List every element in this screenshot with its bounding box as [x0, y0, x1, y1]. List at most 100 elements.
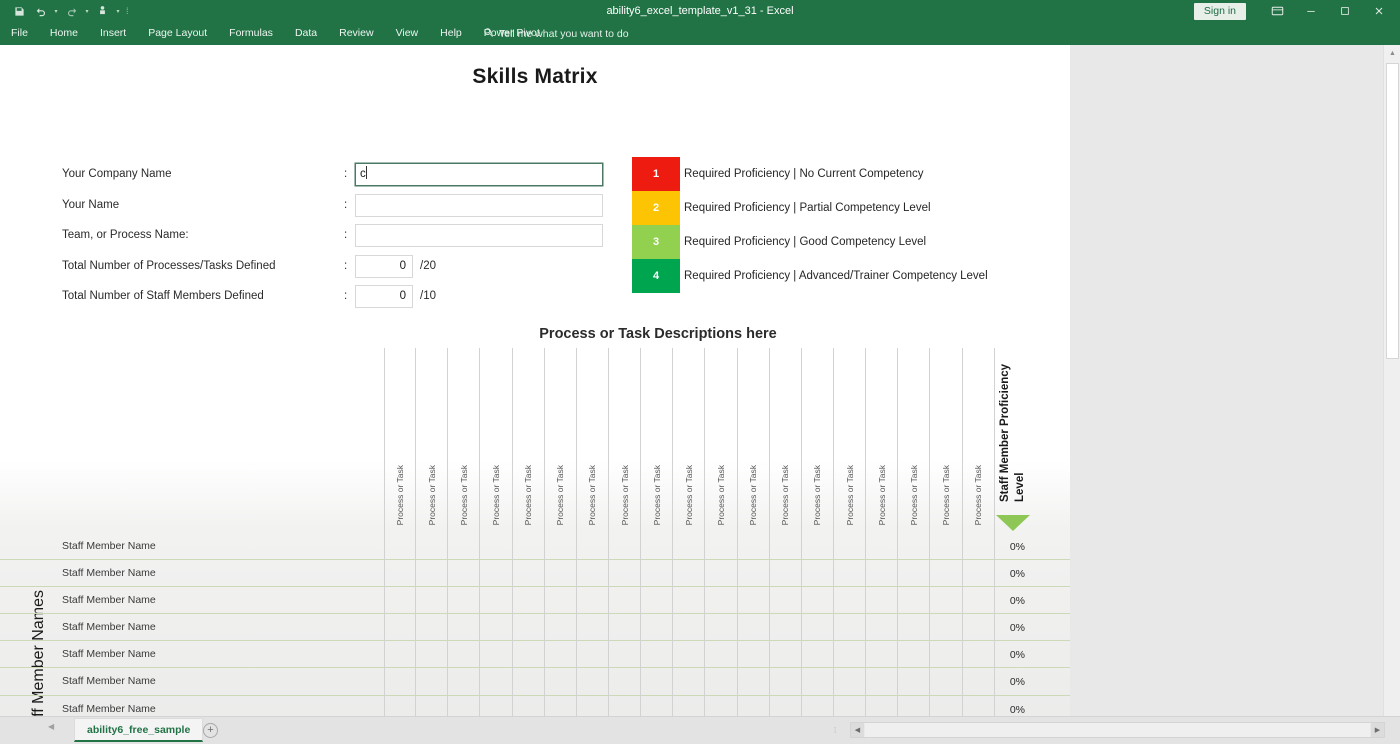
- skill-cell[interactable]: [738, 533, 770, 561]
- skill-cell[interactable]: [802, 668, 834, 696]
- skill-cell[interactable]: [898, 533, 931, 561]
- skill-cell[interactable]: [770, 614, 802, 642]
- skill-cell[interactable]: [770, 695, 802, 716]
- skill-cell[interactable]: [770, 641, 802, 669]
- tab-formulas[interactable]: Formulas: [218, 22, 284, 45]
- skill-cell[interactable]: [513, 668, 545, 696]
- skill-cell[interactable]: [448, 587, 481, 615]
- task-column-header[interactable]: Process or Task: [545, 348, 577, 533]
- skill-cell[interactable]: [738, 695, 770, 716]
- skill-cell[interactable]: [705, 668, 738, 696]
- skill-cell[interactable]: [641, 533, 674, 561]
- staff-member-name-cell[interactable]: Staff Member Name: [62, 668, 156, 695]
- task-column-header[interactable]: Process or Task: [577, 348, 609, 533]
- skill-cell[interactable]: [513, 614, 545, 642]
- skill-cell[interactable]: [866, 695, 899, 716]
- skill-cell[interactable]: [577, 641, 609, 669]
- skill-cell[interactable]: [866, 587, 899, 615]
- skill-cell[interactable]: [384, 560, 417, 588]
- skill-cell[interactable]: [930, 695, 963, 716]
- task-column-header[interactable]: Process or Task: [738, 348, 770, 533]
- skill-cell[interactable]: [673, 560, 706, 588]
- skill-cell[interactable]: [673, 587, 706, 615]
- table-row[interactable]: Staff Member Name 0%: [0, 641, 1070, 669]
- task-column-header[interactable]: Process or Task: [673, 348, 706, 533]
- skill-cell[interactable]: [930, 668, 963, 696]
- vertical-scroll-track[interactable]: [1384, 361, 1400, 716]
- skill-cell[interactable]: [705, 533, 738, 561]
- minimize-icon[interactable]: [1294, 0, 1328, 22]
- task-column-header[interactable]: Process or Task: [930, 348, 963, 533]
- skill-cell[interactable]: [609, 560, 642, 588]
- skill-cell[interactable]: [480, 695, 513, 716]
- tab-file[interactable]: File: [0, 22, 39, 45]
- tab-insert[interactable]: Insert: [89, 22, 137, 45]
- skill-cell[interactable]: [738, 668, 770, 696]
- task-column-header[interactable]: Process or Task: [641, 348, 674, 533]
- tab-data[interactable]: Data: [284, 22, 328, 45]
- skill-cell[interactable]: [513, 587, 545, 615]
- skill-cell[interactable]: [834, 641, 867, 669]
- skill-cell[interactable]: [577, 668, 609, 696]
- skill-cell[interactable]: [641, 614, 674, 642]
- skill-cell[interactable]: [513, 560, 545, 588]
- worksheet-canvas[interactable]: Skills Matrix Your Company Name : c Your…: [0, 45, 1070, 716]
- skill-cell[interactable]: [416, 614, 449, 642]
- staff-member-name-cell[interactable]: Staff Member Name: [62, 641, 156, 668]
- skill-cell[interactable]: [480, 560, 513, 588]
- skill-cell[interactable]: [770, 533, 802, 561]
- skill-cell[interactable]: [641, 560, 674, 588]
- skill-cell[interactable]: [545, 614, 577, 642]
- table-row[interactable]: Staff Member Name 0%: [0, 695, 1070, 716]
- task-column-header[interactable]: Process or Task: [609, 348, 642, 533]
- scroll-left-icon[interactable]: ◀: [851, 723, 864, 737]
- skill-cell[interactable]: [866, 560, 899, 588]
- skill-cell[interactable]: [866, 641, 899, 669]
- skill-cell[interactable]: [834, 695, 867, 716]
- horizontal-scrollbar[interactable]: ◀ ▶: [850, 722, 1385, 738]
- skill-cell[interactable]: [577, 533, 609, 561]
- skill-cell[interactable]: [802, 560, 834, 588]
- skill-cell[interactable]: [545, 641, 577, 669]
- skill-cell[interactable]: [384, 614, 417, 642]
- tab-view[interactable]: View: [385, 22, 430, 45]
- skill-cell[interactable]: [930, 614, 963, 642]
- task-column-header[interactable]: Process or Task: [834, 348, 867, 533]
- skill-cell[interactable]: [834, 614, 867, 642]
- skill-cell[interactable]: [609, 695, 642, 716]
- skill-cell[interactable]: [545, 560, 577, 588]
- input-team-name[interactable]: [355, 224, 603, 247]
- staff-member-name-cell[interactable]: Staff Member Name: [62, 587, 156, 614]
- skill-cell[interactable]: [770, 668, 802, 696]
- tab-help[interactable]: Help: [429, 22, 473, 45]
- task-column-header[interactable]: Process or Task: [513, 348, 545, 533]
- sheet-tab-ability6-free-sample[interactable]: ability6_free_sample: [74, 718, 204, 742]
- skill-cell[interactable]: [802, 614, 834, 642]
- task-column-header[interactable]: Process or Task: [705, 348, 738, 533]
- skill-cell[interactable]: [802, 641, 834, 669]
- task-column-header[interactable]: Process or Task: [448, 348, 481, 533]
- skill-cell[interactable]: [480, 533, 513, 561]
- skill-cell[interactable]: [898, 668, 931, 696]
- sign-in-button[interactable]: Sign in: [1193, 2, 1246, 20]
- skill-cell[interactable]: [898, 614, 931, 642]
- tab-page-layout[interactable]: Page Layout: [137, 22, 218, 45]
- skill-cell[interactable]: [641, 668, 674, 696]
- skill-cell[interactable]: [513, 533, 545, 561]
- skill-cell[interactable]: [641, 695, 674, 716]
- skill-cell[interactable]: [705, 614, 738, 642]
- skill-cell[interactable]: [609, 614, 642, 642]
- skill-cell[interactable]: [738, 560, 770, 588]
- restore-icon[interactable]: [1328, 0, 1362, 22]
- skill-cell[interactable]: [930, 641, 963, 669]
- ribbon-display-options-icon[interactable]: [1260, 0, 1294, 22]
- staff-member-name-cell[interactable]: Staff Member Name: [62, 533, 156, 560]
- skill-cell[interactable]: [705, 695, 738, 716]
- tell-me-search[interactable]: Tell me what you want to do: [483, 22, 629, 45]
- skill-cell[interactable]: [609, 641, 642, 669]
- horizontal-scroll-thumb[interactable]: [865, 723, 1370, 737]
- table-row[interactable]: Staff Member Name 0%: [0, 614, 1070, 642]
- skill-cell[interactable]: [577, 560, 609, 588]
- skill-cell[interactable]: [770, 587, 802, 615]
- skill-cell[interactable]: [416, 695, 449, 716]
